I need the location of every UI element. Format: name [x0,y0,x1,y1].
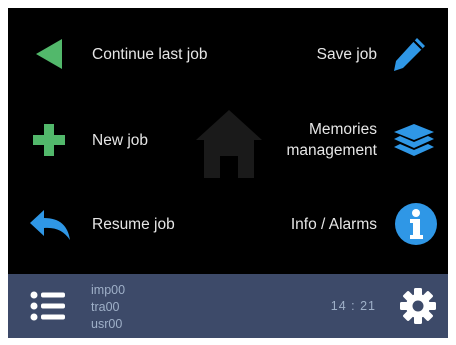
resume-job-button[interactable]: Resume job [8,198,228,252]
home-icon [196,110,262,178]
info-icon [395,203,437,245]
info-alarms-button[interactable]: Info / Alarms [228,198,448,252]
status-line-usr: usr00 [91,317,123,331]
reply-arrow-icon [30,210,70,240]
info-alarms-label: Info / Alarms [290,216,377,233]
continue-last-job-button[interactable]: Continue last job [8,28,228,82]
pencil-icon [394,38,425,71]
save-job-button[interactable]: Save job [228,28,448,82]
plus-icon [33,124,65,156]
status-bar: imp00 tra00 usr00 14 : 21 [8,274,448,338]
continue-last-job-label: Continue last job [92,46,208,63]
new-job-label: New job [92,132,148,149]
touch-screen: Continue last job Save job New job Memor… [8,8,448,338]
save-job-label: Save job [316,46,377,63]
status-line-tra: tra00 [91,300,120,314]
main-menu: Continue last job Save job New job Memor… [8,8,448,270]
status-line-imp: imp00 [91,283,126,297]
play-left-icon [36,39,62,69]
memories-management-button[interactable]: Memories management [268,114,448,168]
new-job-button[interactable]: New job [8,114,188,168]
layers-icon [394,124,434,156]
clock: 14 : 21 [330,299,376,313]
memories-label-line1: Memories [308,121,377,138]
list-icon[interactable] [30,290,66,322]
memories-label-line2: management [286,142,377,159]
resume-job-label: Resume job [92,216,175,233]
gear-icon[interactable] [398,286,438,326]
